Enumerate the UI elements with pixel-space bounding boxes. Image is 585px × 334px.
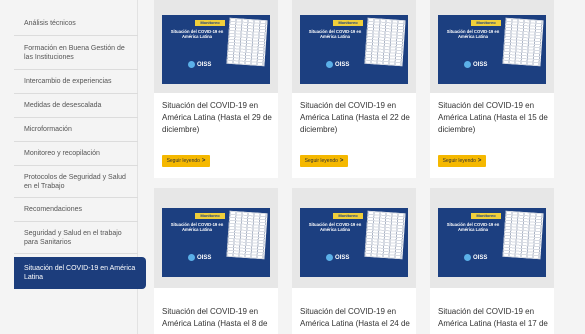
post-thumbnail[interactable]: Monitoreo Situación del COVID-19 en Amér… [430,188,554,288]
post-card[interactable]: Monitoreo Situación del COVID-19 en Amér… [292,188,416,334]
sidebar-item-label: Recomendaciones [24,206,82,213]
post-title[interactable]: Situación del COVID-19 en América Latina… [438,100,550,136]
sidebar-item-protocolos[interactable]: Protocolos de Seguridad y Salud en el Tr… [14,166,138,198]
poster-tag: Monitoreo [471,20,501,26]
read-more-button[interactable]: Seguir leyendo > [438,155,486,167]
poster-table-graphic [364,17,406,67]
post-title[interactable]: Situación del COVID-19 en América Latina… [300,100,412,136]
sidebar-item-intercambio[interactable]: Intercambio de experiencias [14,70,138,94]
sidebar-item-label: Análisis técnicos [24,20,76,27]
read-more-button[interactable]: Seguir leyendo > [162,155,210,167]
poster-image: Monitoreo Situación del COVID-19 en Amér… [162,15,270,84]
poster-image: Monitoreo Situación del COVID-19 en Amér… [438,208,546,277]
sidebar-item-label: Protocolos de Seguridad y Salud en el Tr… [24,173,126,190]
poster-tag: Monitoreo [333,213,363,219]
poster-tag: Monitoreo [471,213,501,219]
poster-table-graphic [502,17,544,67]
poster-title: Situación del COVID-19 en América Latina [308,29,362,39]
poster-tag: Monitoreo [195,20,225,26]
poster-title: Situación del COVID-19 en América Latina [308,222,362,232]
logo-globe-icon [188,254,195,261]
category-sidebar: Análisis técnicos Formación en Buena Ges… [0,0,146,334]
sidebar-item-monitoreo[interactable]: Monitoreo y recopilación [14,142,138,166]
poster-table-graphic [364,210,406,260]
sidebar-item-label: Seguridad y Salud en el trabajo para San… [24,229,122,246]
poster-table-graphic [226,17,268,67]
read-more-button[interactable]: Seguir leyendo > [300,155,348,167]
chevron-right-icon: > [201,158,206,164]
logo-globe-icon [464,254,471,261]
oiss-logo: OISS [188,61,211,68]
post-thumbnail[interactable]: Monitoreo Situación del COVID-19 en Amér… [154,0,278,93]
post-title[interactable]: Situación del COVID-19 en América Latina… [438,306,550,330]
sidebar-item-microformacion[interactable]: Microformación [14,118,138,142]
sidebar-item-analisis-tecnicos[interactable]: Análisis técnicos [14,12,138,36]
sidebar-item-formacion[interactable]: Formación en Buena Gestión de las Instit… [14,36,138,70]
sidebar-item-medidas[interactable]: Medidas de desescalada [14,94,138,118]
post-title[interactable]: Situación del COVID-19 en América Latina… [162,306,274,330]
oiss-logo: OISS [326,61,349,68]
poster-image: Monitoreo Situación del COVID-19 en Amér… [300,15,408,84]
post-thumbnail[interactable]: Monitoreo Situación del COVID-19 en Amér… [430,0,554,93]
post-card[interactable]: Monitoreo Situación del COVID-19 en Amér… [292,0,416,178]
logo-globe-icon [188,61,195,68]
sidebar-item-label: Intercambio de experiencias [24,78,112,85]
oiss-logo: OISS [464,61,487,68]
sidebar-item-seguridad-sanitarios[interactable]: Seguridad y Salud en el trabajo para San… [14,222,138,254]
poster-table-graphic [502,210,544,260]
sidebar-item-label: Microformación [24,126,72,133]
chevron-right-icon: > [477,158,482,164]
oiss-logo: OISS [188,254,211,261]
logo-globe-icon [326,254,333,261]
sidebar-item-label: Formación en Buena Gestión de las Instit… [24,44,125,61]
post-card[interactable]: Monitoreo Situación del COVID-19 en Amér… [430,0,554,178]
post-title[interactable]: Situación del COVID-19 en América Latina… [162,100,274,136]
poster-image: Monitoreo Situación del COVID-19 en Amér… [162,208,270,277]
sidebar-item-situacion-covid[interactable]: Situación del COVID-19 en América Latina [14,257,146,289]
sidebar-item-recomendaciones[interactable]: Recomendaciones [14,198,138,222]
post-grid: Monitoreo Situación del COVID-19 en Amér… [148,0,564,334]
oiss-logo: OISS [464,254,487,261]
post-thumbnail[interactable]: Monitoreo Situación del COVID-19 en Amér… [292,188,416,288]
poster-tag: Monitoreo [333,20,363,26]
sidebar-item-label: Situación del COVID-19 en América Latina [24,265,136,281]
chevron-right-icon: > [339,158,344,164]
post-card[interactable]: Monitoreo Situación del COVID-19 en Amér… [154,188,278,334]
post-thumbnail[interactable]: Monitoreo Situación del COVID-19 en Amér… [292,0,416,93]
poster-tag: Monitoreo [195,213,225,219]
logo-globe-icon [464,61,471,68]
post-thumbnail[interactable]: Monitoreo Situación del COVID-19 en Amér… [154,188,278,288]
logo-globe-icon [326,61,333,68]
poster-title: Situación del COVID-19 en América Latina [170,29,224,39]
poster-title: Situación del COVID-19 en América Latina [446,222,500,232]
sidebar-item-label: Monitoreo y recopilación [24,150,100,157]
oiss-logo: OISS [326,254,349,261]
poster-title: Situación del COVID-19 en América Latina [446,29,500,39]
poster-title: Situación del COVID-19 en América Latina [170,222,224,232]
post-card[interactable]: Monitoreo Situación del COVID-19 en Amér… [430,188,554,334]
post-title[interactable]: Situación del COVID-19 en América Latina… [300,306,412,330]
poster-image: Monitoreo Situación del COVID-19 en Amér… [438,15,546,84]
poster-table-graphic [226,210,268,260]
poster-image: Monitoreo Situación del COVID-19 en Amér… [300,208,408,277]
sidebar-item-label: Medidas de desescalada [24,102,102,109]
post-card[interactable]: Monitoreo Situación del COVID-19 en Amér… [154,0,278,178]
